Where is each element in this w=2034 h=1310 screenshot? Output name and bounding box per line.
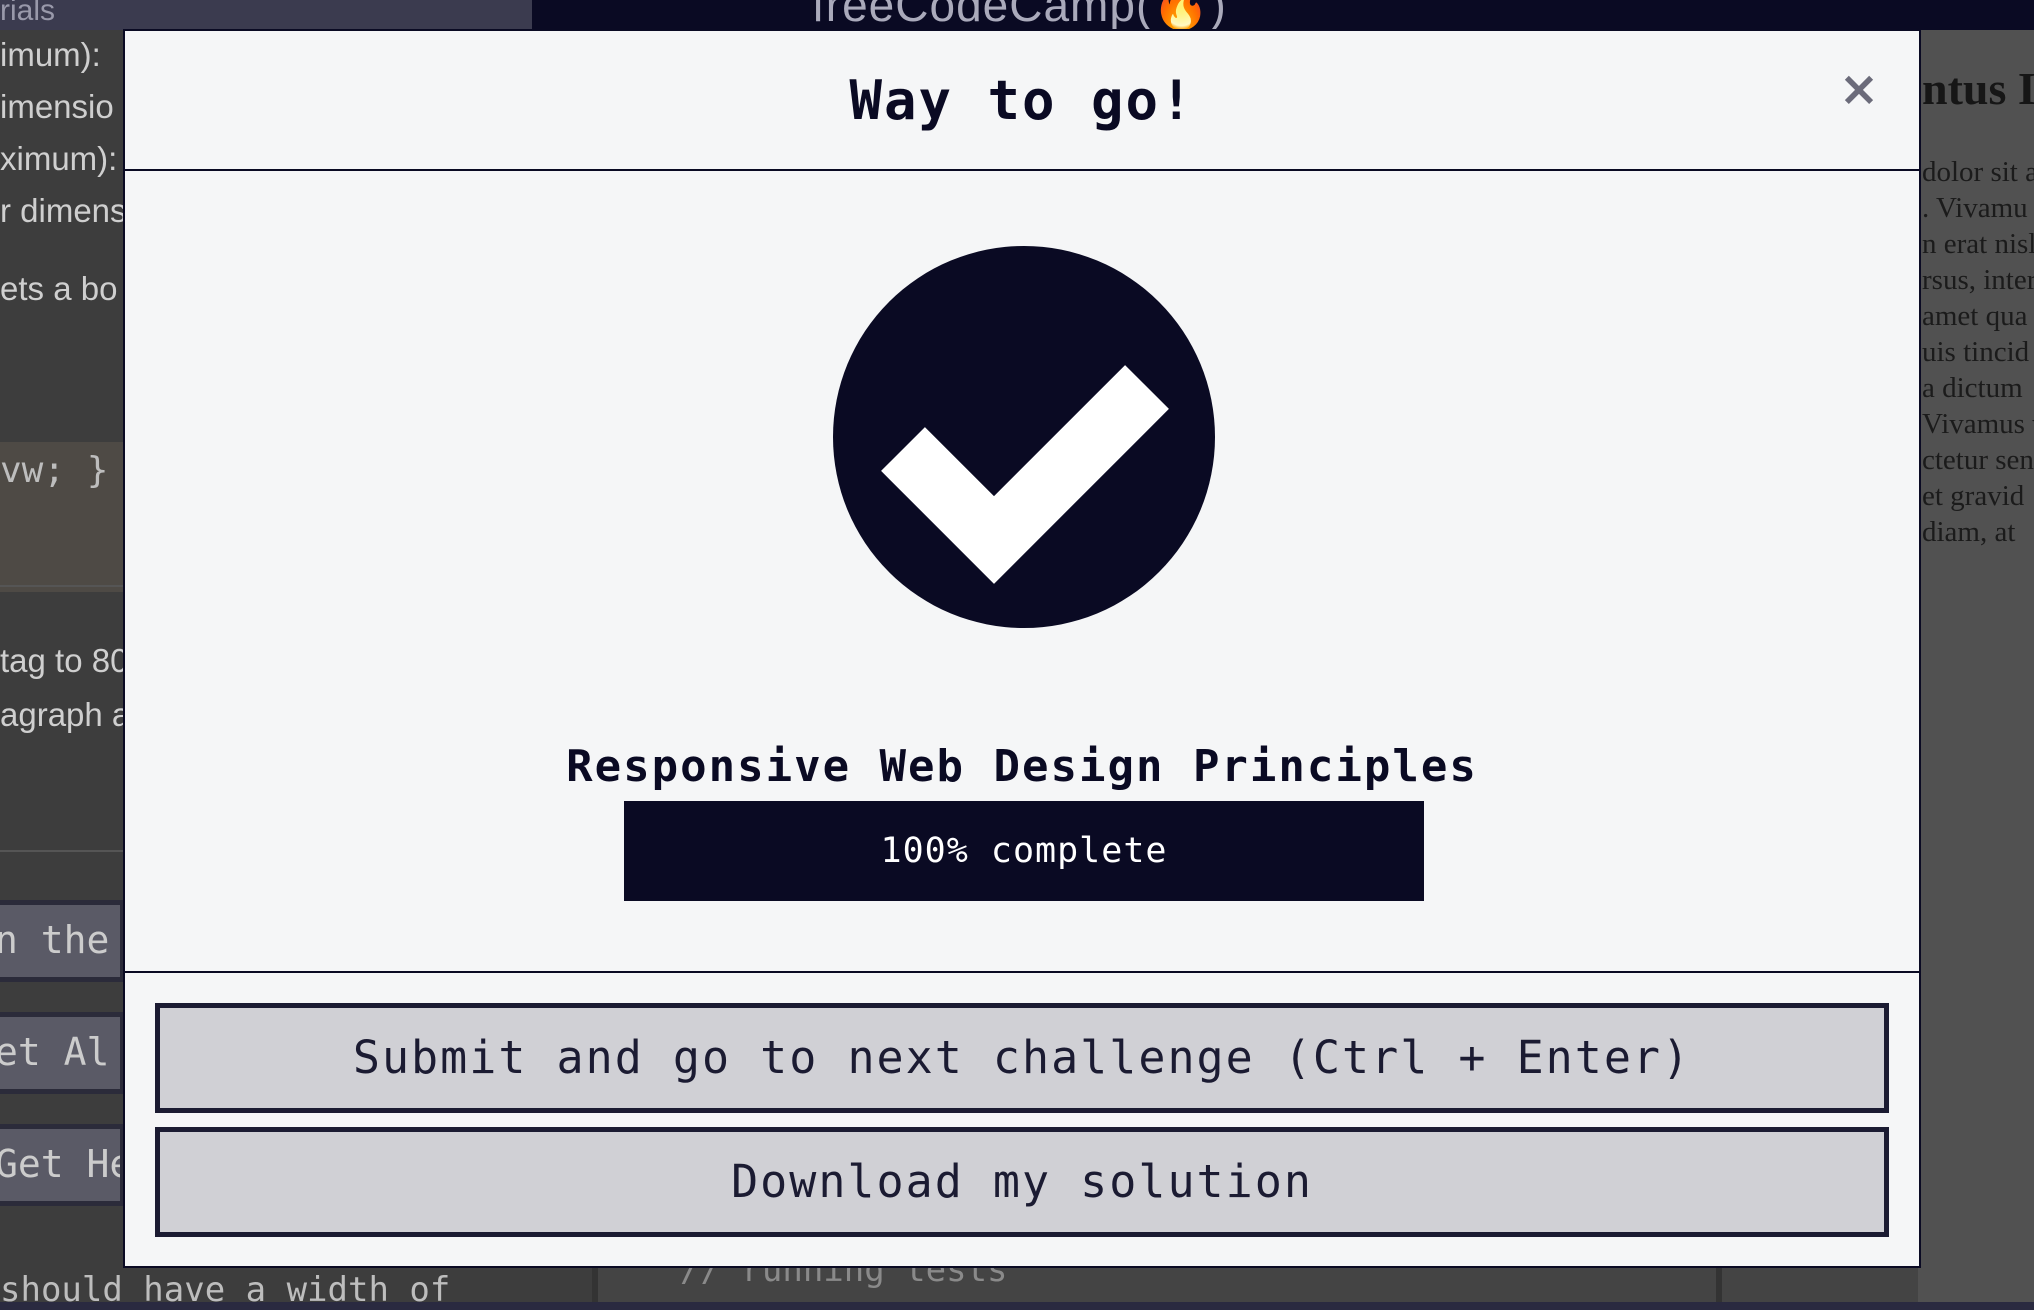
completion-modal: Way to go! × Responsive Web Design Princ… (123, 29, 1921, 1268)
preview-heading: ntus Ip (1922, 63, 2034, 114)
instruction-footer-line: should have a width of (0, 1270, 451, 1310)
divider (0, 585, 124, 587)
checkmark-icon (881, 365, 1169, 584)
instruction-line: r dimens (0, 192, 127, 229)
instruction-line: ets a bo (0, 270, 118, 307)
preview-line: . Vivamu (1922, 192, 2028, 224)
instruction-line: ximum): (0, 140, 118, 177)
progress-bar: 100% complete (624, 801, 1424, 901)
divider (0, 850, 124, 852)
preview-line: rsus, inter (1922, 264, 2034, 296)
instruction-line: agraph a (0, 696, 131, 733)
download-solution-button[interactable]: Download my solution (155, 1127, 1889, 1237)
run-tests-button[interactable]: n the (0, 900, 125, 982)
preview-line: Vivamus v (1922, 408, 2034, 440)
preview-line: a dictum (1922, 372, 2023, 404)
reset-button[interactable]: et Al (0, 1012, 125, 1094)
preview-line: dolor sit a (1922, 156, 2034, 188)
nav-tutorials-link[interactable]: rials (0, 0, 55, 28)
submit-next-challenge-button[interactable]: Submit and go to next challenge (Ctrl + … (155, 1003, 1889, 1113)
progress-label: 100% complete (880, 831, 1168, 871)
modal-header: Way to go! × (125, 31, 1919, 171)
nav-left-section: rials (0, 0, 532, 30)
preview-line: uis tincid (1922, 336, 2030, 368)
preview-line: et gravid (1922, 480, 2025, 512)
get-help-button[interactable]: Get He (0, 1124, 125, 1206)
instruction-line: imum): (0, 36, 101, 73)
modal-footer (125, 971, 1919, 973)
modal-title: Way to go! (849, 69, 1195, 132)
preview-line: diam, at (1922, 516, 2016, 548)
preview-line: n erat nisl (1922, 228, 2034, 260)
preview-line: ctetur sen (1922, 444, 2034, 476)
checkmark-circle-icon (833, 246, 1215, 628)
code-example-text: vw; } (0, 450, 109, 491)
certification-title: Responsive Web Design Principles (566, 741, 1478, 792)
preview-line: amet qua (1922, 300, 2028, 332)
close-icon[interactable]: × (1835, 65, 1883, 113)
instruction-line: tag to 80 (0, 642, 129, 679)
instruction-line: imensio (0, 88, 114, 125)
